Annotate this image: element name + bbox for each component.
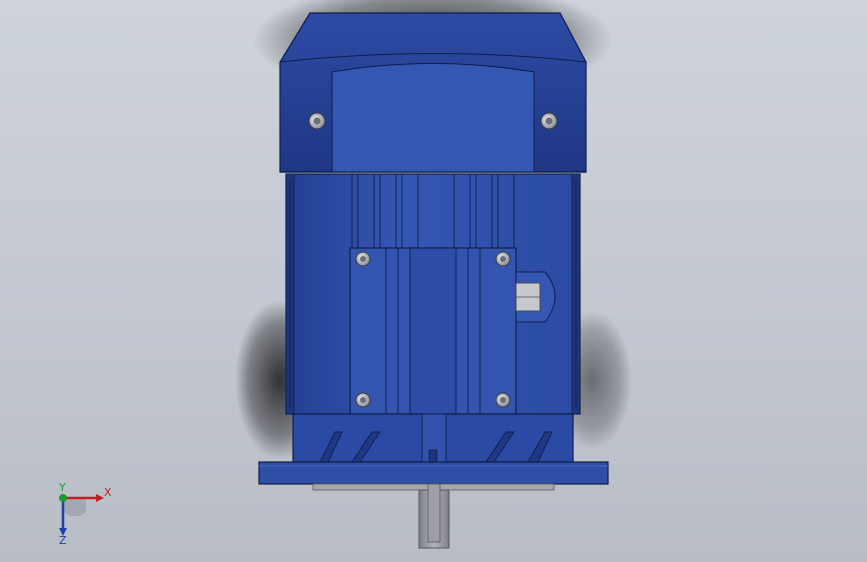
terminal-screw-top-right bbox=[495, 251, 511, 267]
motor-model[interactable] bbox=[0, 0, 867, 562]
output-shaft[interactable] bbox=[418, 483, 450, 549]
terminal-screw-bottom-left bbox=[355, 392, 371, 408]
z-axis-label: Z bbox=[59, 534, 67, 546]
triad-plane-shading bbox=[64, 497, 86, 517]
terminal-screw-top-left bbox=[355, 251, 371, 267]
3d-graphics-viewport[interactable]: X Y Z bbox=[0, 0, 867, 562]
x-arrow-head-icon bbox=[96, 494, 104, 502]
mounting-flange[interactable] bbox=[258, 413, 609, 485]
y-axis-label: Y bbox=[58, 482, 66, 494]
x-axis-label: X bbox=[104, 486, 112, 499]
terminal-screw-bottom-right bbox=[495, 392, 511, 408]
y-axis-dot bbox=[59, 494, 67, 502]
cover-bolt-right bbox=[540, 112, 558, 130]
cable-gland[interactable] bbox=[515, 271, 556, 323]
terminal-box[interactable] bbox=[349, 247, 517, 415]
cover-bolt-left bbox=[308, 112, 326, 130]
fan-cover[interactable] bbox=[279, 12, 587, 173]
orientation-triad[interactable]: X Y Z bbox=[48, 482, 112, 546]
